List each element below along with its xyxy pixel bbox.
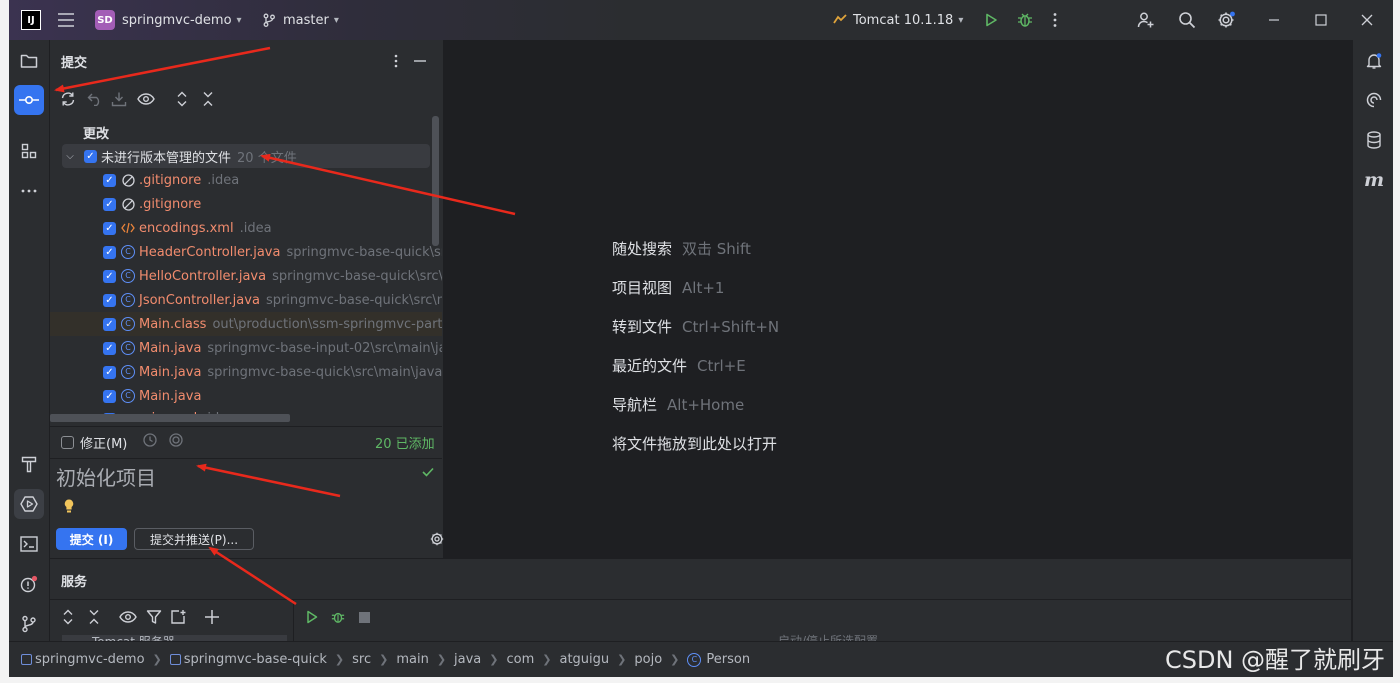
- annotation-layer: [54, 46, 516, 606]
- annotation-arrow: [260, 153, 516, 216]
- annotation-arrow: [208, 546, 297, 606]
- annotation-arrow: [54, 46, 271, 93]
- annotation-arrow: [196, 463, 341, 498]
